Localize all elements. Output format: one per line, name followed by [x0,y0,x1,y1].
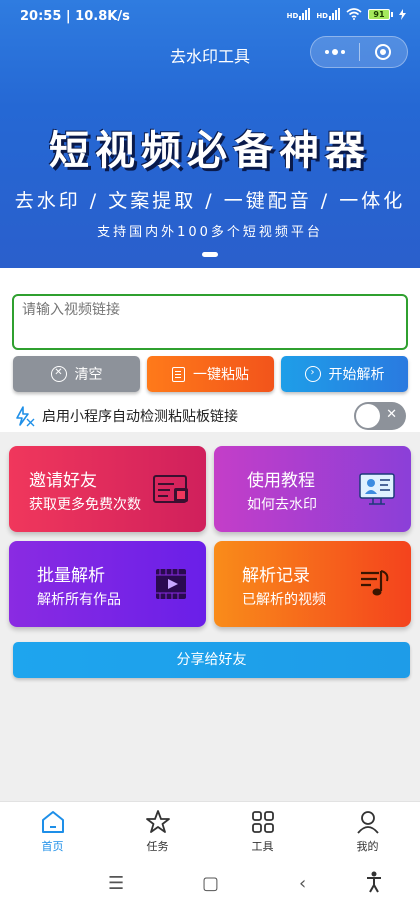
lightning-icon [16,406,35,427]
document-icon [172,366,185,382]
paste-button[interactable]: 一键粘贴 [147,356,274,392]
nav-bar: 去水印工具 [0,30,420,74]
card-subtitle: 解析所有作品 [37,592,121,608]
charging-icon [399,8,406,20]
input-section: ✕ 清空 一键粘贴 › 开始解析 启用小程序自动检测粘贴板链接 ✕ [0,268,420,432]
accessibility-icon[interactable] [366,871,382,893]
card-tutorial[interactable]: 使用教程 如何去水印 [214,446,411,532]
card-title: 邀请好友 [29,471,97,491]
card-title: 使用教程 [247,471,315,491]
card-title: 解析记录 [242,566,310,586]
back-icon[interactable]: ‹ [299,873,306,894]
clear-button[interactable]: ✕ 清空 [13,356,140,392]
grid-icon [251,811,274,833]
toggle-off-icon: ✕ [386,407,397,422]
tab-tools[interactable]: 工具 [210,802,315,859]
banner-note: 支持国内外100多个短视频平台 [97,225,323,240]
auto-detect-toggle[interactable]: ✕ [354,402,406,430]
status-bar: 20:55 | 10.8K/s HD HD 91 [0,0,420,30]
close-program-icon[interactable] [359,37,407,67]
tab-tasks[interactable]: 任务 [105,802,210,859]
clear-icon: ✕ [50,366,67,382]
chevron-right-icon: › [304,366,321,382]
wifi-icon [346,8,362,20]
more-menu-icon[interactable] [311,37,359,67]
parse-button[interactable]: › 开始解析 [281,356,408,392]
menu-icon[interactable]: ☰ [108,873,124,894]
banner-title: 短视频必备神器 [49,128,371,174]
person-icon [356,811,379,834]
share-button[interactable]: 分享给好友 [13,642,410,678]
tab-me[interactable]: 我的 [315,802,420,859]
card-invite-friends[interactable]: 邀请好友 获取更多免费次数 [9,446,206,532]
carousel-indicator [202,252,218,257]
tutorial-icon [359,473,395,505]
signal-icon-2: HD [316,8,340,20]
status-icons: HD HD 91 [287,8,406,20]
home-square-icon[interactable]: ▢ [202,873,219,894]
batch-video-icon [156,569,186,599]
star-icon [145,810,170,833]
music-record-icon [361,570,389,596]
invite-icon [153,475,188,503]
card-batch-parse[interactable]: 批量解析 解析所有作品 [9,541,206,627]
home-icon [41,811,64,833]
card-subtitle: 已解析的视频 [242,592,326,608]
card-title: 批量解析 [37,566,105,586]
video-link-input[interactable] [12,294,408,350]
card-subtitle: 如何去水印 [247,497,317,513]
signal-icon-1: HD [287,8,311,20]
system-nav-bar: ☰ ▢ ‹ [0,859,420,910]
auto-detect-label: 启用小程序自动检测粘贴板链接 [42,409,238,425]
tab-bar: 首页 任务 工具 我的 [0,801,420,859]
battery-icon: 91 [368,8,393,20]
status-time: 20:55 | 10.8K/s [20,9,130,24]
toggle-knob [356,404,380,428]
mini-program-capsule [310,36,408,68]
tab-home[interactable]: 首页 [0,802,105,859]
banner-subtitle: 去水印 / 文案提取 / 一键配音 / 一体化 [14,190,406,212]
auto-detect-row: 启用小程序自动检测粘贴板链接 ✕ [14,402,408,430]
card-parse-history[interactable]: 解析记录 已解析的视频 [214,541,411,627]
card-subtitle: 获取更多免费次数 [29,497,141,513]
header-banner: 20:55 | 10.8K/s HD HD 91 去水印工具 短视频必备神器 去… [0,0,420,268]
